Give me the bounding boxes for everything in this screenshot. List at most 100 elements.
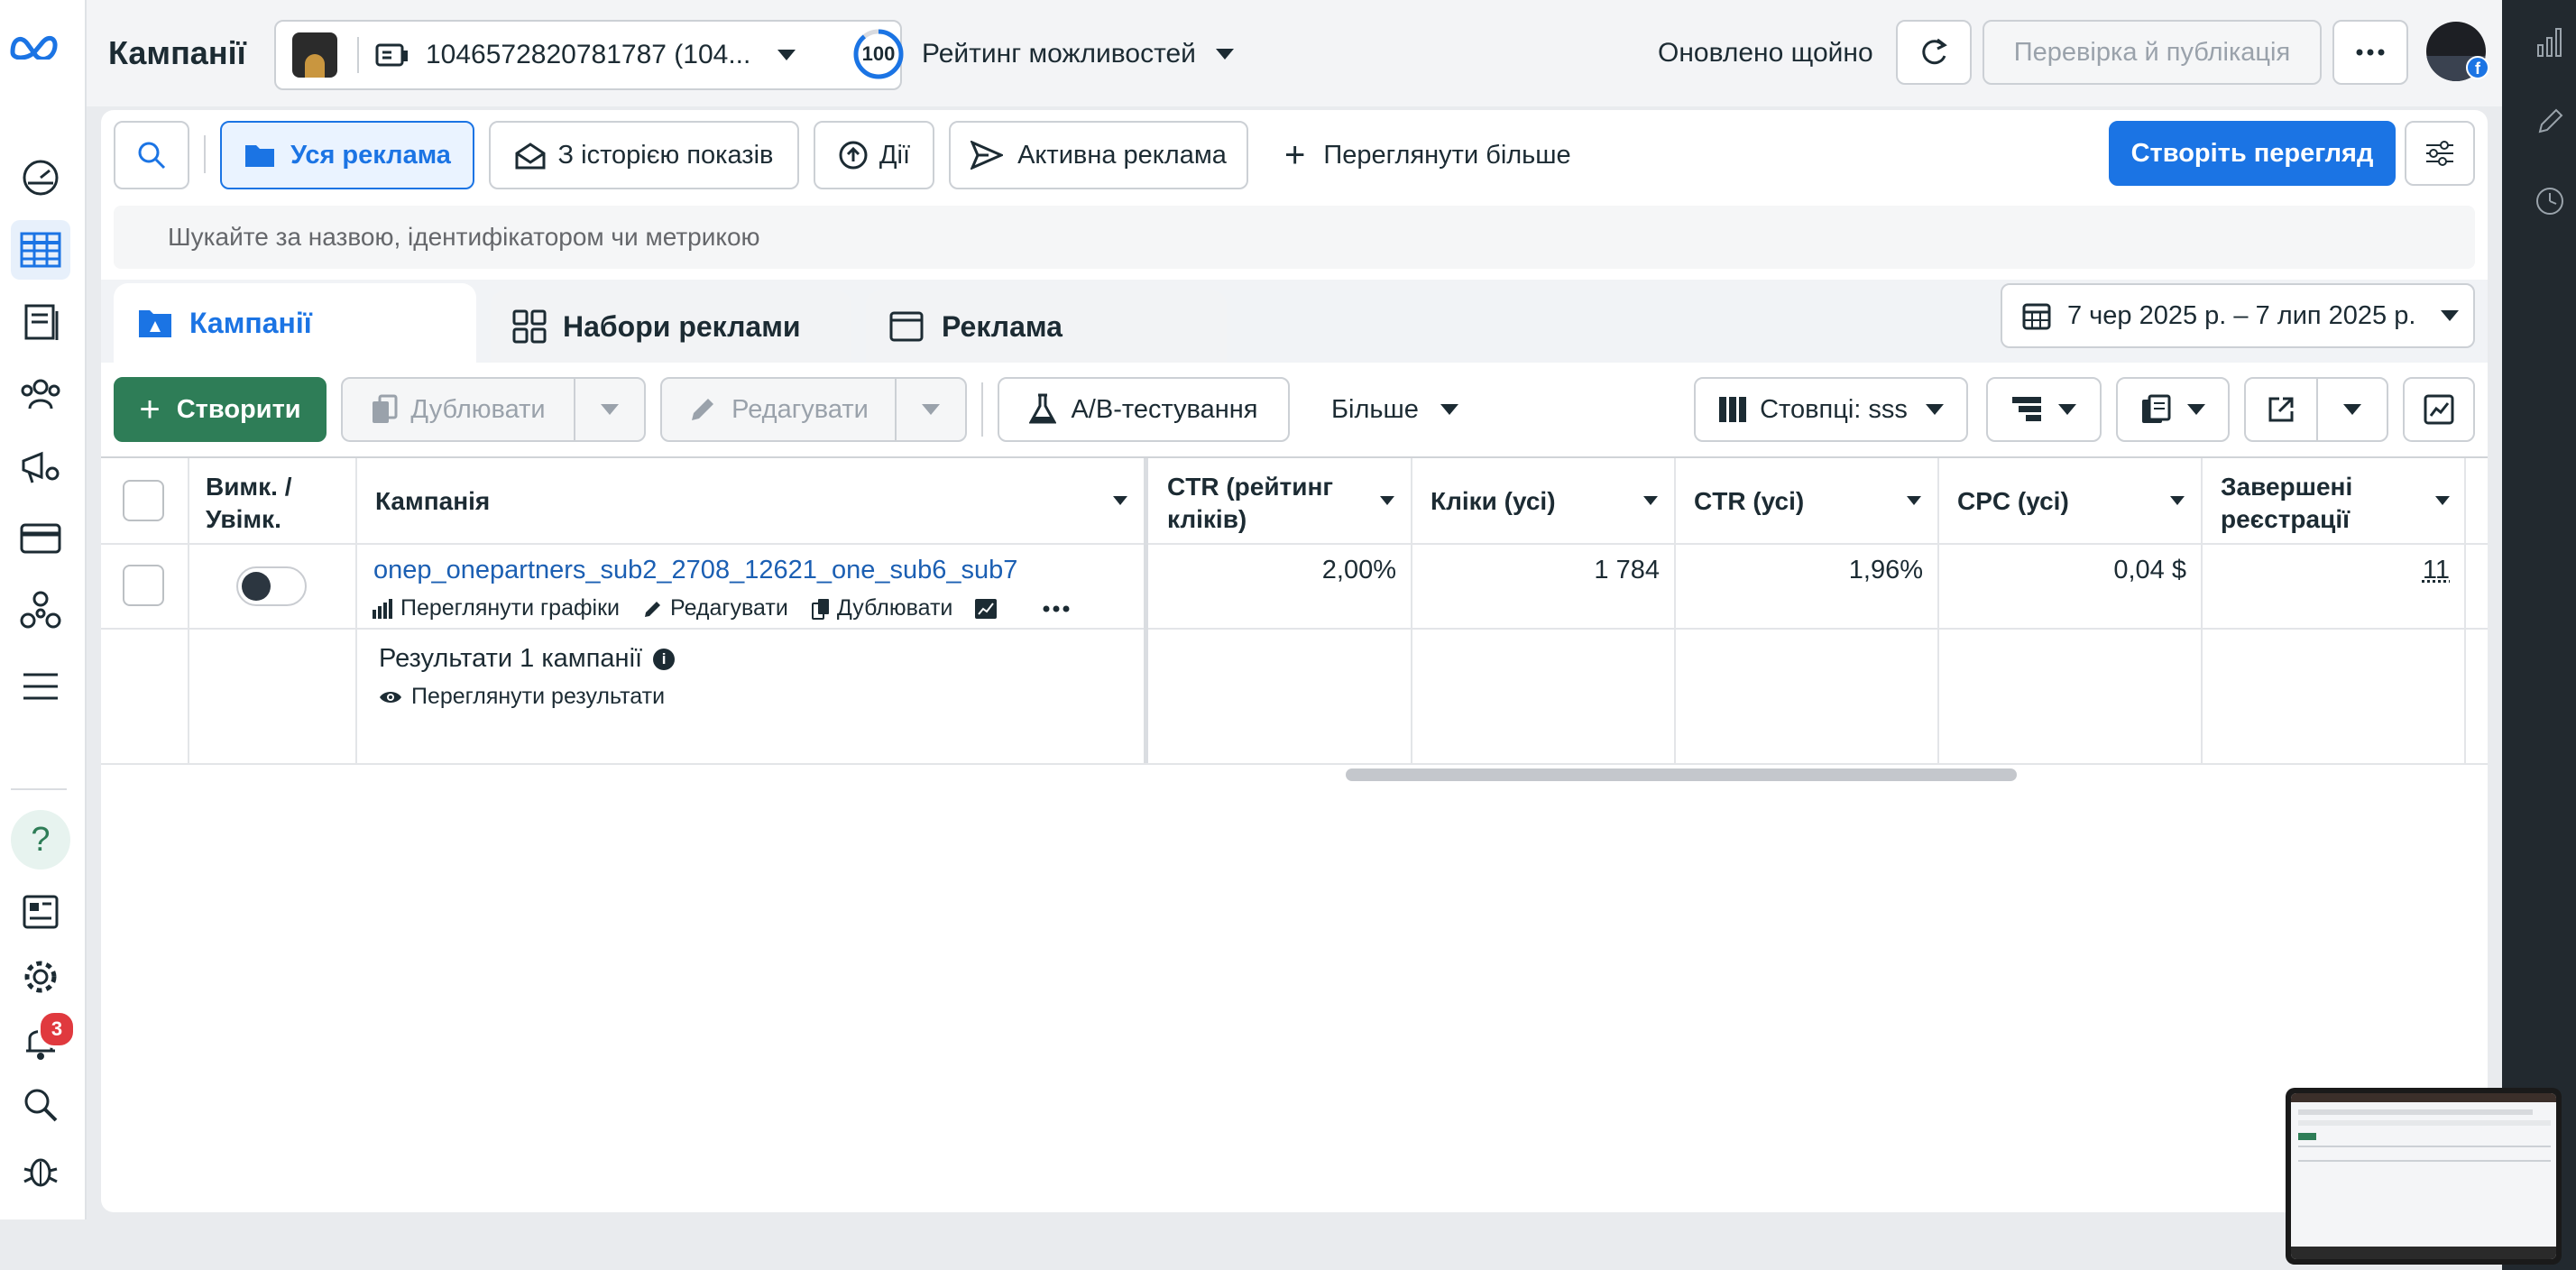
see-more-label: Переглянути більше bbox=[1323, 140, 1571, 170]
ab-test-button[interactable]: A/B-тестування bbox=[998, 377, 1290, 442]
sort-arrow-icon[interactable] bbox=[1113, 496, 1127, 505]
duplicate-action[interactable]: Дублювати bbox=[811, 595, 952, 621]
sort-arrow-icon[interactable] bbox=[1380, 496, 1394, 505]
grid-icon bbox=[512, 309, 547, 344]
column-header-toggle[interactable]: Вимк. / Увімк. bbox=[206, 471, 341, 536]
copy-icon bbox=[373, 394, 398, 423]
tab-campaigns[interactable]: Кампанії bbox=[114, 283, 476, 363]
more-label: Більше bbox=[1331, 394, 1419, 424]
view-charts-action[interactable]: Переглянути графіки bbox=[372, 595, 620, 621]
opportunity-score[interactable]: 100 Рейтинг можливостей bbox=[851, 27, 1234, 81]
duplicate-dropdown[interactable] bbox=[574, 377, 646, 442]
help-icon[interactable]: ? bbox=[11, 810, 70, 870]
sort-arrow-icon[interactable] bbox=[2435, 496, 2450, 505]
row-checkbox[interactable] bbox=[123, 565, 164, 606]
column-header-clicks-all[interactable]: Кліки (усі) bbox=[1431, 485, 1556, 518]
nav-campaign-megaphone-icon[interactable] bbox=[11, 437, 70, 496]
meta-logo-icon[interactable] bbox=[9, 32, 61, 60]
search-icon[interactable] bbox=[11, 1075, 70, 1135]
info-icon[interactable]: i bbox=[653, 648, 676, 670]
send-icon bbox=[971, 141, 1004, 170]
column-header-ctr-link[interactable]: CTR (рейтинг кліків) bbox=[1167, 471, 1375, 536]
edit-button[interactable]: Редагувати bbox=[660, 377, 897, 442]
nav-menu-icon[interactable] bbox=[11, 657, 70, 716]
refresh-button[interactable] bbox=[1896, 20, 1972, 85]
account-id: 1046572820781787 (104... bbox=[426, 40, 751, 69]
columns-dropdown[interactable]: Стовпці: sss bbox=[1694, 377, 1968, 442]
tab-ad-sets[interactable]: Набори реклами bbox=[491, 290, 851, 363]
column-header-campaign[interactable]: Кампанія bbox=[375, 485, 490, 518]
nav-news-icon[interactable] bbox=[11, 882, 70, 942]
date-range-picker[interactable]: 7 чер 2025 р. – 7 лип 2025 р. bbox=[2001, 283, 2475, 348]
create-button[interactable]: + Створити bbox=[114, 377, 327, 442]
nav-billing-card-icon[interactable] bbox=[11, 509, 70, 568]
trend-chart-icon[interactable] bbox=[974, 598, 998, 620]
divider bbox=[357, 37, 359, 73]
chevron-down-icon bbox=[2343, 404, 2361, 415]
refresh-icon bbox=[1922, 38, 1947, 65]
export-dropdown[interactable] bbox=[2316, 377, 2388, 442]
nav-overview-gauge-icon[interactable] bbox=[11, 148, 70, 207]
edit-dropdown[interactable] bbox=[895, 377, 967, 442]
sort-arrow-icon[interactable] bbox=[1907, 496, 1921, 505]
search-input[interactable]: Шукайте за назвою, ідентифікатором чи ме… bbox=[114, 206, 2475, 269]
chevron-down-icon bbox=[1440, 404, 1458, 415]
reports-dropdown[interactable] bbox=[2116, 377, 2230, 442]
table-top-border bbox=[101, 456, 2488, 458]
report-bug-icon[interactable] bbox=[11, 1140, 70, 1200]
column-header-ctr-all[interactable]: CTR (усі) bbox=[1694, 485, 1804, 518]
horizontal-scrollbar[interactable] bbox=[1346, 768, 2017, 781]
export-button[interactable] bbox=[2244, 377, 2318, 442]
reports-icon bbox=[2142, 394, 2171, 423]
edit-action[interactable]: Редагувати bbox=[643, 595, 788, 621]
col-divider bbox=[1674, 458, 1676, 763]
bar-chart-icon[interactable] bbox=[2536, 27, 2563, 58]
chevron-down-icon bbox=[601, 404, 619, 415]
summary-title-text: Результати 1 кампанії bbox=[379, 644, 643, 673]
account-selector[interactable]: 1046572820781787 (104... bbox=[274, 20, 902, 90]
sort-arrow-icon[interactable] bbox=[2170, 496, 2185, 505]
nav-business-settings-icon[interactable] bbox=[11, 581, 70, 640]
cell-registrations[interactable]: 11 bbox=[2215, 556, 2450, 585]
breakdown-icon bbox=[2012, 397, 2041, 421]
history-clock-icon[interactable] bbox=[2535, 186, 2565, 216]
create-button-label: Створити bbox=[176, 394, 301, 424]
pencil-icon[interactable] bbox=[2536, 106, 2565, 135]
settings-gear-icon[interactable] bbox=[11, 947, 70, 1007]
columns-label: Стовпці: sss bbox=[1760, 394, 1908, 424]
filter-with-history[interactable]: З історією показів bbox=[489, 121, 799, 189]
more-dropdown[interactable]: Більше bbox=[1331, 377, 1458, 442]
filter-all-ads[interactable]: Уся реклама bbox=[220, 121, 474, 189]
charts-button[interactable] bbox=[2403, 377, 2475, 442]
filter-active-ads[interactable]: Активна реклама bbox=[949, 121, 1248, 189]
nav-ads-manager-table-icon[interactable] bbox=[11, 220, 70, 280]
create-view-button[interactable]: Створіть перегляд bbox=[2109, 121, 2396, 186]
review-publish-button[interactable]: Перевірка й публікація bbox=[1983, 20, 2322, 85]
view-results-link[interactable]: Переглянути результати bbox=[379, 684, 665, 710]
col-divider bbox=[188, 458, 189, 763]
duplicate-label: Дублювати bbox=[410, 394, 546, 424]
plus-icon: + bbox=[139, 390, 161, 429]
view-settings-button[interactable] bbox=[2405, 121, 2475, 186]
campaign-toggle[interactable] bbox=[236, 566, 307, 606]
breakdown-dropdown[interactable] bbox=[1986, 377, 2102, 442]
nav-catalog-icon[interactable] bbox=[11, 292, 70, 352]
column-header-registrations[interactable]: Завершені реєстрації bbox=[2221, 471, 2419, 536]
duplicate-button[interactable]: Дублювати bbox=[341, 377, 575, 442]
sort-arrow-icon[interactable] bbox=[1643, 496, 1658, 505]
tab-ads[interactable]: Реклама bbox=[866, 290, 1227, 363]
export-icon bbox=[2268, 397, 2294, 422]
search-toggle-button[interactable] bbox=[114, 121, 189, 189]
right-side-rail bbox=[2502, 0, 2576, 1270]
campaign-folder-icon bbox=[139, 310, 171, 337]
see-more-filters[interactable]: + Переглянути більше bbox=[1284, 121, 1571, 189]
campaign-name-link[interactable]: onep_onepartners_sub2_2708_12621_one_sub… bbox=[373, 556, 1017, 585]
nav-audiences-icon[interactable] bbox=[11, 364, 70, 424]
more-options-button[interactable] bbox=[2332, 20, 2408, 85]
more-dots-icon[interactable] bbox=[1043, 605, 1070, 612]
screen-preview-thumbnail[interactable] bbox=[2286, 1088, 2562, 1265]
filter-actions[interactable]: Дії bbox=[814, 121, 934, 189]
toggle-knob bbox=[242, 572, 271, 601]
select-all-checkbox[interactable] bbox=[123, 480, 164, 521]
column-header-cpc-all[interactable]: CPC (усі) bbox=[1957, 485, 2069, 518]
